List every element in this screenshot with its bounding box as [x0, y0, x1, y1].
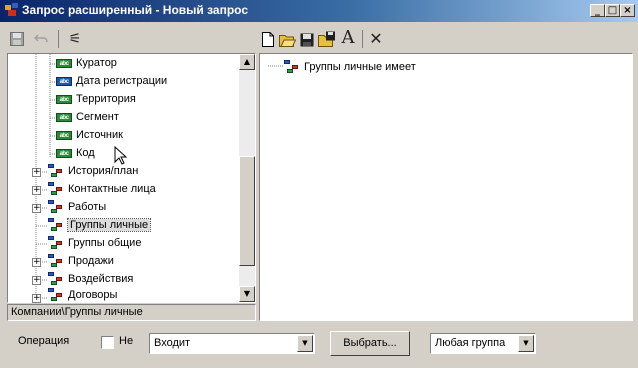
text-format-icon[interactable]: A: [340, 29, 356, 47]
condition-dropdown-button[interactable]: ▼: [297, 335, 313, 352]
expand-toggle[interactable]: +: [32, 186, 41, 195]
tree-item-actions[interactable]: Воздействия: [48, 271, 133, 288]
not-checkbox[interactable]: [101, 336, 114, 349]
new-document-icon[interactable]: [262, 32, 274, 47]
operation-label: Операция: [18, 335, 70, 347]
query-root-label: Группы личные имеет: [304, 61, 416, 73]
tree-item-label: История/план: [68, 165, 139, 177]
text-field-icon: abc: [56, 94, 72, 104]
group-icon: [48, 200, 64, 214]
text-field-icon: abc: [56, 130, 72, 140]
group-icon: [48, 272, 64, 286]
tree-item-curator[interactable]: abc Куратор: [56, 55, 117, 72]
tree-item-label: Код: [76, 147, 95, 159]
tree-item-label: Воздействия: [68, 273, 134, 285]
group-icon: [284, 60, 300, 74]
group-icon: [48, 254, 64, 268]
app-icon: [5, 3, 18, 16]
query-root-node[interactable]: Группы личные имеет: [284, 59, 416, 76]
scroll-down-button[interactable]: ▼: [239, 286, 255, 302]
tree-item-source[interactable]: abc Источник: [56, 127, 123, 144]
path-status-bar: Компании\Группы личные: [7, 304, 256, 321]
expand-toggle[interactable]: +: [32, 294, 41, 303]
tree-item-territory[interactable]: abc Территория: [56, 91, 136, 108]
group-icon: [48, 288, 64, 302]
group-icon: [48, 218, 64, 232]
tree-item-label: Дата регистрации: [76, 75, 168, 87]
tree-item-personal-groups[interactable]: Группы личные: [48, 217, 152, 234]
save-icon[interactable]: [10, 32, 24, 46]
expand-toggle[interactable]: +: [32, 204, 41, 213]
close-button[interactable]: ×: [620, 4, 635, 17]
delete-icon[interactable]: ✕: [367, 30, 385, 48]
date-field-icon: abc: [56, 76, 72, 86]
tree-item-code[interactable]: abc Код: [56, 145, 95, 162]
tree-item-label: Группы общие: [68, 237, 142, 249]
tree-item-label: Сегмент: [76, 111, 119, 123]
text-field-icon: abc: [56, 58, 72, 68]
tree-item-sales[interactable]: Продажи: [48, 253, 114, 270]
expand-toggle[interactable]: +: [32, 276, 41, 285]
tree-item-label: Контактные лица: [68, 183, 156, 195]
tree-item-label: Группы личные: [66, 218, 152, 232]
tree-item-label: Работы: [68, 201, 107, 213]
tree-item-registration-date[interactable]: abc Дата регистрации: [56, 73, 167, 90]
fields-tree[interactable]: abc Куратор abc Дата регистрации abc Террит…: [7, 53, 256, 303]
path-status-text: Компании\Группы личные: [11, 306, 143, 318]
toolbar-separator-2: [362, 30, 363, 48]
tree-item-common-groups[interactable]: Группы общие: [48, 235, 141, 252]
tree-item-label: Куратор: [76, 57, 117, 69]
tree-scrollbar[interactable]: ▲ ▼: [239, 54, 255, 302]
maximize-button[interactable]: □: [605, 4, 620, 17]
tree-item-contacts[interactable]: Контактные лица: [48, 181, 156, 198]
condition-value: Входит: [154, 337, 191, 349]
save-as-icon[interactable]: [318, 31, 336, 47]
undo-icon[interactable]: [34, 33, 48, 45]
group-icon: [48, 182, 64, 196]
scroll-thumb[interactable]: [239, 156, 255, 266]
window-title: Запрос расширенный - Новый запрос: [22, 3, 249, 17]
expand-toggle[interactable]: +: [32, 258, 41, 267]
open-folder-icon[interactable]: [279, 33, 296, 47]
text-field-icon: abc: [56, 112, 72, 122]
mouse-cursor-icon: [114, 146, 128, 165]
group-value: Любая группа: [435, 337, 506, 349]
choose-button[interactable]: Выбрать...: [330, 331, 410, 356]
query-window: Запрос расширенный - Новый запрос _ □ × …: [0, 0, 638, 368]
group-icon: [48, 236, 64, 250]
query-tree[interactable]: Группы личные имеет: [259, 53, 633, 321]
tree-item-works[interactable]: Работы: [48, 199, 106, 216]
condition-select[interactable]: Входит: [149, 333, 315, 354]
minimize-button[interactable]: _: [590, 4, 605, 17]
tree-item-segment[interactable]: abc Сегмент: [56, 109, 119, 126]
tree-item-label: Продажи: [68, 255, 114, 267]
filter-icon[interactable]: ⚟: [65, 30, 85, 48]
tree-item-label: Территория: [76, 93, 136, 105]
tree-item-label: Договоры: [68, 289, 118, 301]
title-bar[interactable]: Запрос расширенный - Новый запрос _ □ ×: [0, 0, 638, 22]
tree-item-contracts[interactable]: Договоры: [48, 287, 117, 304]
scroll-up-button[interactable]: ▲: [239, 54, 255, 70]
group-dropdown-button[interactable]: ▼: [518, 335, 534, 352]
save-disk-icon[interactable]: [300, 33, 314, 47]
number-field-icon: abc: [56, 148, 72, 158]
expand-toggle[interactable]: +: [32, 168, 41, 177]
group-icon: [48, 164, 64, 178]
not-label: Не: [119, 335, 134, 347]
toolbar-separator: [58, 30, 59, 48]
tree-item-label: Источник: [76, 129, 123, 141]
